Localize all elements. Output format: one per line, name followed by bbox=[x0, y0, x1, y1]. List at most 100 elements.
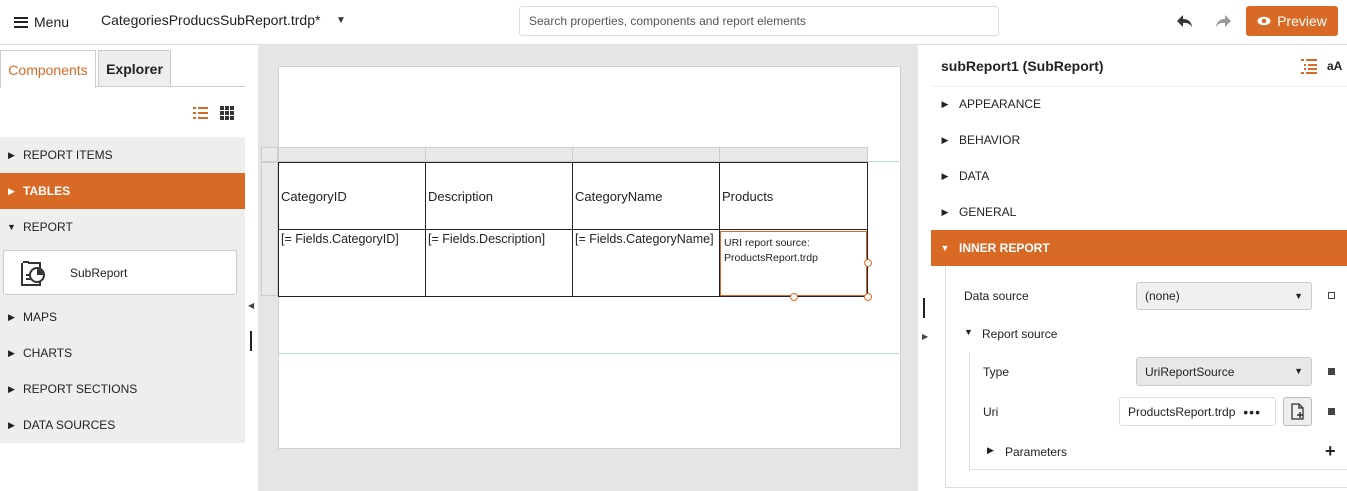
section-report-sections[interactable]: ▶ REPORT SECTIONS bbox=[0, 371, 245, 407]
caret-right-icon: ▶ bbox=[941, 170, 949, 181]
section-tables[interactable]: ▶ TABLES bbox=[0, 173, 245, 209]
modified-value-indicator[interactable] bbox=[1328, 368, 1335, 375]
caret-right-icon: ▶ bbox=[941, 134, 949, 145]
eye-icon bbox=[1257, 13, 1271, 29]
left-panel-splitter[interactable] bbox=[250, 331, 252, 351]
section-report[interactable]: ▼ REPORT bbox=[0, 209, 245, 245]
subreport-label: SubReport bbox=[70, 266, 128, 280]
caret-right-icon: ▶ bbox=[8, 383, 15, 394]
expand-right-icon[interactable]: ▶ bbox=[922, 332, 928, 341]
subreport-element[interactable]: URI report source: ProductsReport.trdp bbox=[720, 231, 867, 296]
section-data-sources[interactable]: ▶ DATA SOURCES bbox=[0, 407, 245, 443]
subreport-component[interactable]: SubReport bbox=[3, 250, 237, 295]
right-panel-splitter[interactable] bbox=[923, 298, 925, 318]
undo-icon[interactable] bbox=[1175, 10, 1195, 32]
hamburger-icon bbox=[14, 16, 28, 28]
search-input[interactable] bbox=[519, 6, 999, 36]
section-label: REPORT SECTIONS bbox=[23, 382, 138, 396]
data-source-value: (none) bbox=[1145, 289, 1180, 303]
table-column-handle[interactable] bbox=[278, 147, 426, 162]
caret-down-icon: ▼ bbox=[1294, 291, 1303, 301]
table-header-cell[interactable]: Description bbox=[425, 162, 573, 230]
data-source-label: Data source bbox=[964, 289, 1029, 303]
category-label: GENERAL bbox=[959, 205, 1017, 219]
data-source-dropdown[interactable]: (none) ▼ bbox=[1136, 282, 1312, 310]
resize-handle[interactable] bbox=[790, 293, 798, 301]
preview-label: Preview bbox=[1277, 13, 1327, 29]
uri-input[interactable]: ProductsReport.trdp ••• bbox=[1119, 397, 1276, 426]
section-label: MAPS bbox=[23, 310, 58, 324]
table-data-cell[interactable]: [= Fields.CategoryName] bbox=[572, 229, 720, 297]
menu-label: Menu bbox=[34, 14, 70, 30]
redo-icon[interactable] bbox=[1213, 10, 1233, 32]
category-label: BEHAVIOR bbox=[959, 133, 1021, 147]
more-options-icon[interactable]: ••• bbox=[1243, 404, 1261, 420]
caret-right-icon: ▶ bbox=[8, 311, 15, 322]
panel-tabs: Components Explorer bbox=[0, 50, 245, 88]
section-label: TABLES bbox=[23, 184, 71, 198]
type-dropdown[interactable]: UriReportSource ▼ bbox=[1136, 357, 1312, 386]
caret-right-icon: ▶ bbox=[8, 185, 15, 196]
modified-value-indicator[interactable] bbox=[1328, 408, 1335, 415]
caret-down-icon[interactable]: ▼ bbox=[336, 15, 346, 26]
table-data-cell[interactable]: [= Fields.CategoryID] bbox=[278, 229, 426, 297]
caret-down-icon: ▼ bbox=[1294, 366, 1303, 376]
preview-button[interactable]: Preview bbox=[1246, 6, 1338, 36]
subreport-source-value: ProductsReport.trdp bbox=[724, 252, 818, 264]
table-header-cell[interactable]: Products bbox=[719, 162, 868, 230]
caret-right-icon: ▶ bbox=[8, 347, 15, 358]
category-behavior[interactable]: ▶ BEHAVIOR bbox=[931, 122, 1347, 158]
caret-down-icon: ▼ bbox=[7, 222, 16, 232]
components-panel: Components Explorer ▶ REPORT ITEMS ▶ TAB… bbox=[0, 45, 245, 491]
resize-handle[interactable] bbox=[864, 293, 872, 301]
caret-down-icon[interactable]: ▼ bbox=[964, 327, 973, 337]
caret-right-icon: ▶ bbox=[8, 419, 15, 430]
type-label: Type bbox=[983, 365, 1010, 379]
table-column-handle[interactable] bbox=[425, 147, 573, 162]
tab-explorer[interactable]: Explorer bbox=[98, 50, 171, 87]
add-parameter-icon[interactable]: + bbox=[1325, 441, 1336, 462]
category-appearance[interactable]: ▶ APPEARANCE bbox=[931, 86, 1347, 122]
section-label: DATA SOURCES bbox=[23, 418, 116, 432]
category-label: DATA bbox=[959, 169, 990, 183]
section-maps[interactable]: ▶ MAPS bbox=[0, 299, 245, 335]
categorized-view-icon[interactable] bbox=[1301, 58, 1317, 74]
tab-components[interactable]: Components bbox=[0, 50, 96, 88]
table-column-handle[interactable] bbox=[719, 147, 868, 162]
section-divider bbox=[278, 353, 899, 354]
caret-right-icon: ▶ bbox=[8, 149, 15, 160]
table-header-cell[interactable]: CategoryID bbox=[278, 162, 426, 230]
grid-view-icon[interactable] bbox=[220, 106, 234, 120]
table-header-cell[interactable]: CategoryName bbox=[572, 162, 720, 230]
category-inner-report[interactable]: ▼ INNER REPORT bbox=[931, 230, 1347, 266]
table-column-handle[interactable] bbox=[572, 147, 720, 162]
table-corner-handle[interactable] bbox=[261, 147, 278, 162]
browse-file-button[interactable] bbox=[1283, 397, 1312, 426]
parameters-label[interactable]: Parameters bbox=[1005, 445, 1067, 459]
new-file-icon bbox=[1291, 403, 1305, 423]
section-report-items[interactable]: ▶ REPORT ITEMS bbox=[0, 137, 245, 173]
report-source-label[interactable]: Report source bbox=[982, 327, 1057, 341]
table-data-cell[interactable]: [= Fields.Description] bbox=[425, 229, 573, 297]
caret-right-icon[interactable]: ▶ bbox=[987, 445, 994, 456]
tab-explorer-label: Explorer bbox=[106, 60, 163, 77]
document-title: CategoriesProducsSubReport.trdp* bbox=[101, 12, 321, 28]
section-label: CHARTS bbox=[23, 346, 73, 360]
category-data[interactable]: ▶ DATA bbox=[931, 158, 1347, 194]
uri-value: ProductsReport.trdp bbox=[1128, 404, 1236, 419]
list-view-icon[interactable] bbox=[193, 106, 208, 120]
caret-right-icon: ▶ bbox=[941, 98, 949, 109]
type-value: UriReportSource bbox=[1145, 364, 1235, 379]
section-charts[interactable]: ▶ CHARTS bbox=[0, 335, 245, 371]
font-size-toggle[interactable]: aA bbox=[1327, 59, 1342, 73]
table-row-handle[interactable] bbox=[261, 162, 278, 296]
menu-button[interactable]: Menu bbox=[14, 12, 69, 32]
collapse-left-icon[interactable]: ◀ bbox=[248, 301, 254, 310]
selected-element-title: subReport1 (SubReport) bbox=[941, 58, 1104, 74]
category-general[interactable]: ▶ GENERAL bbox=[931, 194, 1347, 230]
default-value-indicator[interactable] bbox=[1328, 292, 1335, 299]
caret-down-icon: ▼ bbox=[940, 243, 950, 253]
top-toolbar: Menu CategoriesProducsSubReport.trdp* ▼ … bbox=[0, 0, 1347, 45]
subreport-source-label: URI report source: bbox=[724, 237, 810, 249]
resize-handle[interactable] bbox=[864, 259, 872, 267]
